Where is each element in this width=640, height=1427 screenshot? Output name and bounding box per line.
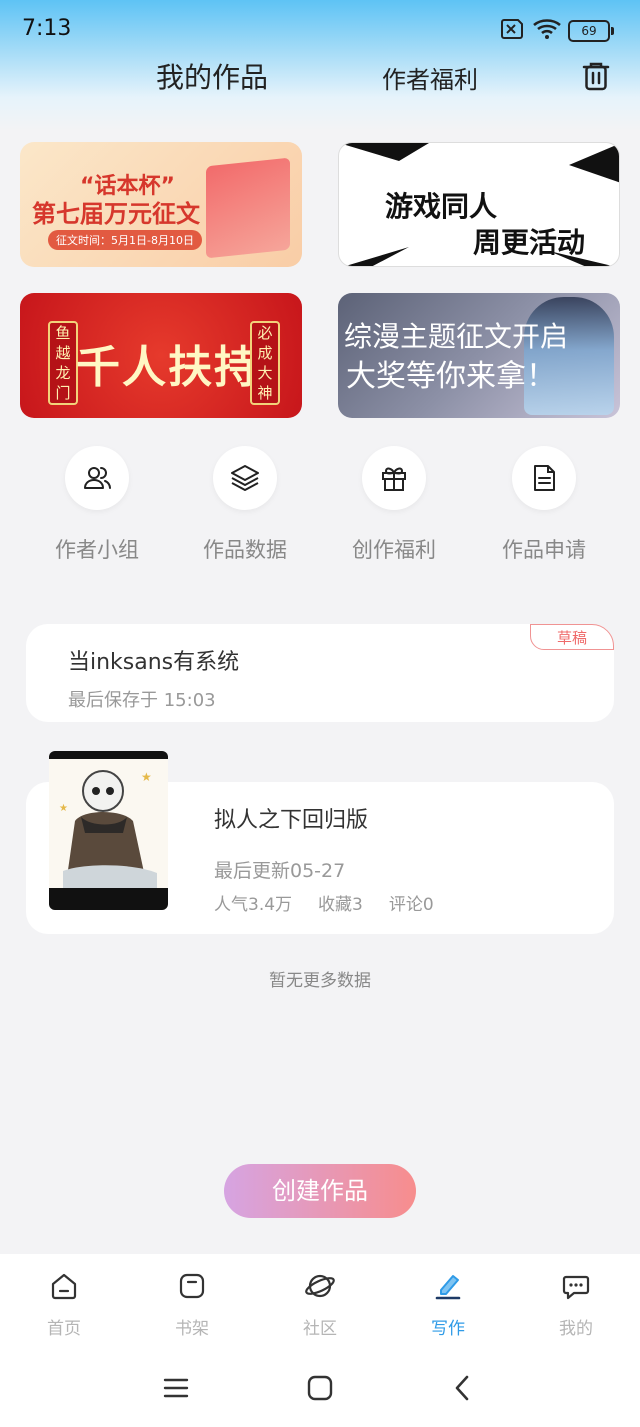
- no-more-data: 暂无更多数据: [269, 971, 371, 991]
- tab-me[interactable]: 我的: [512, 1270, 640, 1339]
- quick-action-label: 作者小组: [55, 538, 139, 562]
- banner-anime-subtitle: 大奖等你来拿！: [346, 359, 556, 394]
- draft-badge: 草稿: [530, 624, 614, 650]
- back-icon[interactable]: [452, 1374, 472, 1402]
- svg-text:★: ★: [141, 770, 152, 784]
- trash-icon[interactable]: [578, 58, 614, 94]
- create-work-button[interactable]: 创建作品: [224, 1164, 416, 1218]
- draft-card[interactable]: 当inksans有系统 最后保存于 15:03 草稿: [26, 624, 614, 722]
- banner-essay-contest[interactable]: “话本杯” 第七届万元征文 征文时间：5月1日-8月10日: [20, 142, 302, 267]
- banner-anime-contest[interactable]: 综漫主题征文开启 大奖等你来拿！: [338, 293, 620, 418]
- status-time: 7:13: [22, 16, 72, 41]
- cover-illustration: ★ ★: [49, 751, 168, 910]
- banner-game-title: 游戏同人: [385, 190, 498, 223]
- quick-action-creation-benefits[interactable]: 创作福利: [339, 446, 449, 564]
- banner-game-fanfic[interactable]: 游戏同人 周更活动: [338, 142, 620, 267]
- banner-anime-title: 综漫主题征文开启: [344, 320, 569, 353]
- work-title: 拟人之下回归版: [214, 808, 369, 833]
- quick-action-label: 作品申请: [502, 538, 586, 562]
- layers-icon: [231, 465, 259, 491]
- banner-support-title: 千人扶持: [76, 342, 260, 393]
- tab-label: 我的: [559, 1319, 593, 1339]
- wifi-icon: [533, 19, 561, 39]
- sim-error-icon: [501, 19, 523, 39]
- tab-bookshelf[interactable]: 书架: [128, 1270, 256, 1339]
- quick-action-label: 作品数据: [203, 538, 287, 562]
- banner-support-left: 鱼越龙门: [48, 321, 78, 405]
- bottom-tab-bar: 首页 书架 社区 写作 我的: [0, 1254, 640, 1352]
- tab-community[interactable]: 社区: [256, 1270, 384, 1339]
- page-title[interactable]: 我的作品: [156, 56, 268, 96]
- banner-support-right: 必成大神: [250, 321, 280, 405]
- work-cover-image[interactable]: ★ ★: [49, 751, 168, 910]
- work-favorites: 收藏3: [318, 895, 363, 915]
- system-navigation-bar: [0, 1352, 640, 1427]
- work-comments: 评论0: [388, 895, 434, 915]
- books-illustration: [206, 157, 290, 259]
- document-icon: [534, 465, 555, 491]
- quick-action-work-data[interactable]: 作品数据: [190, 446, 300, 564]
- status-bar: 7:13 69: [0, 0, 640, 56]
- tab-author-benefits[interactable]: 作者福利: [382, 60, 478, 95]
- home-icon: [51, 1273, 77, 1300]
- tab-label: 首页: [47, 1319, 81, 1339]
- pen-icon: [435, 1275, 461, 1300]
- tab-label: 写作: [431, 1319, 465, 1339]
- group-icon: [84, 467, 111, 489]
- tab-writing[interactable]: 写作: [384, 1270, 512, 1339]
- quick-action-work-application[interactable]: 作品申请: [489, 446, 599, 564]
- chat-icon: [562, 1275, 590, 1300]
- gift-icon: [382, 467, 406, 491]
- work-stats: 人气3.4万 收藏3 评论0: [214, 890, 460, 915]
- draft-title: 当inksans有系统: [68, 650, 240, 675]
- draft-saved-time: 最后保存于 15:03: [68, 690, 216, 711]
- svg-text:★: ★: [59, 803, 68, 814]
- quick-action-author-group[interactable]: 作者小组: [42, 446, 152, 564]
- tab-label: 社区: [303, 1319, 337, 1339]
- planet-icon: [305, 1274, 335, 1298]
- banner-contest-subtitle: 第七届万元征文: [32, 200, 200, 228]
- work-popularity: 人气3.4万: [214, 895, 293, 915]
- work-updated: 最后更新05-27: [214, 860, 346, 882]
- menu-icon[interactable]: [163, 1376, 189, 1400]
- tab-home[interactable]: 首页: [0, 1270, 128, 1339]
- tab-label: 书架: [175, 1319, 209, 1339]
- home-square-icon[interactable]: [307, 1375, 333, 1401]
- banner-contest-dates: 征文时间：5月1日-8月10日: [48, 230, 202, 250]
- battery-indicator: 69: [568, 20, 614, 42]
- quick-action-label: 创作福利: [352, 538, 436, 562]
- banner-game-subtitle: 周更活动: [473, 226, 586, 259]
- banner-support-program[interactable]: 鱼越龙门 千人扶持 必成大神: [20, 293, 302, 418]
- bookshelf-icon: [179, 1273, 205, 1299]
